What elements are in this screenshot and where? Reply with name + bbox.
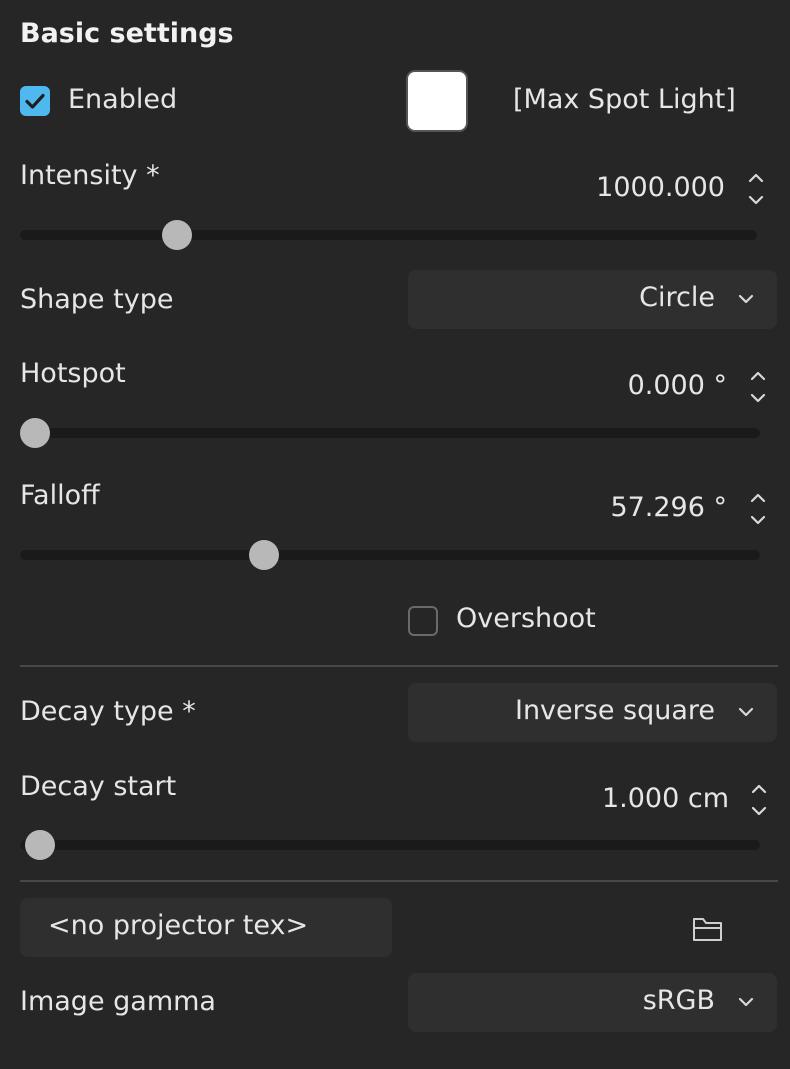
section-divider bbox=[20, 665, 778, 667]
shape-type-dropdown[interactable]: Circle bbox=[408, 270, 777, 329]
decay-start-label: Decay start bbox=[20, 771, 177, 802]
decay-type-label: Decay type * bbox=[20, 696, 196, 727]
chevron-down-icon[interactable] bbox=[747, 509, 769, 532]
hotspot-label: Hotspot bbox=[20, 358, 126, 389]
section-divider bbox=[20, 880, 778, 882]
chevron-down-icon[interactable] bbox=[748, 800, 770, 823]
chevron-down-icon bbox=[738, 707, 754, 717]
intensity-value[interactable]: 1000.000 bbox=[596, 172, 725, 203]
chevron-up-icon[interactable] bbox=[748, 777, 770, 800]
falloff-slider-thumb[interactable] bbox=[249, 540, 279, 570]
chevron-down-icon[interactable] bbox=[747, 387, 769, 410]
chevron-down-icon bbox=[738, 294, 754, 304]
intensity-spinner[interactable] bbox=[745, 166, 767, 212]
decay-start-slider-thumb[interactable] bbox=[25, 830, 55, 860]
intensity-label: Intensity * bbox=[20, 160, 160, 191]
shape-type-label: Shape type bbox=[20, 284, 174, 315]
hotspot-spinner[interactable] bbox=[747, 364, 769, 410]
enabled-checkbox[interactable] bbox=[20, 86, 50, 116]
falloff-slider-track[interactable] bbox=[20, 550, 760, 560]
chevron-up-icon[interactable] bbox=[745, 166, 767, 189]
image-gamma-selected: sRGB bbox=[642, 985, 715, 1016]
light-color-swatch[interactable] bbox=[406, 70, 468, 132]
chevron-down-icon[interactable] bbox=[745, 189, 767, 212]
overshoot-checkbox[interactable] bbox=[408, 606, 438, 636]
decay-type-dropdown[interactable]: Inverse square bbox=[408, 683, 777, 742]
folder-open-icon[interactable] bbox=[690, 910, 726, 946]
section-title: Basic settings bbox=[20, 18, 234, 49]
intensity-slider-track[interactable] bbox=[20, 230, 757, 240]
hotspot-slider-track[interactable] bbox=[20, 428, 760, 438]
image-gamma-label: Image gamma bbox=[20, 986, 216, 1017]
image-gamma-dropdown[interactable]: sRGB bbox=[408, 973, 777, 1032]
shape-type-selected: Circle bbox=[639, 282, 715, 313]
check-icon bbox=[25, 93, 45, 109]
chevron-up-icon[interactable] bbox=[747, 486, 769, 509]
hotspot-slider-thumb[interactable] bbox=[20, 418, 50, 448]
overshoot-label: Overshoot bbox=[456, 603, 596, 634]
falloff-spinner[interactable] bbox=[747, 486, 769, 532]
decay-start-spinner[interactable] bbox=[748, 777, 770, 823]
projector-texture-text: <no projector tex> bbox=[48, 910, 309, 941]
decay-type-selected: Inverse square bbox=[514, 695, 715, 726]
projector-texture-slot[interactable]: <no projector tex> bbox=[20, 898, 392, 957]
decay-start-value[interactable]: 1.000 cm bbox=[602, 783, 729, 814]
hotspot-value[interactable]: 0.000 ° bbox=[628, 370, 727, 401]
falloff-label: Falloff bbox=[20, 480, 100, 511]
intensity-slider-thumb[interactable] bbox=[162, 220, 192, 250]
enabled-label: Enabled bbox=[68, 84, 178, 115]
light-name: [Max Spot Light] bbox=[513, 84, 736, 115]
falloff-value[interactable]: 57.296 ° bbox=[610, 492, 727, 523]
chevron-down-icon bbox=[738, 997, 754, 1007]
chevron-up-icon[interactable] bbox=[747, 364, 769, 387]
decay-start-slider-track[interactable] bbox=[20, 840, 760, 850]
